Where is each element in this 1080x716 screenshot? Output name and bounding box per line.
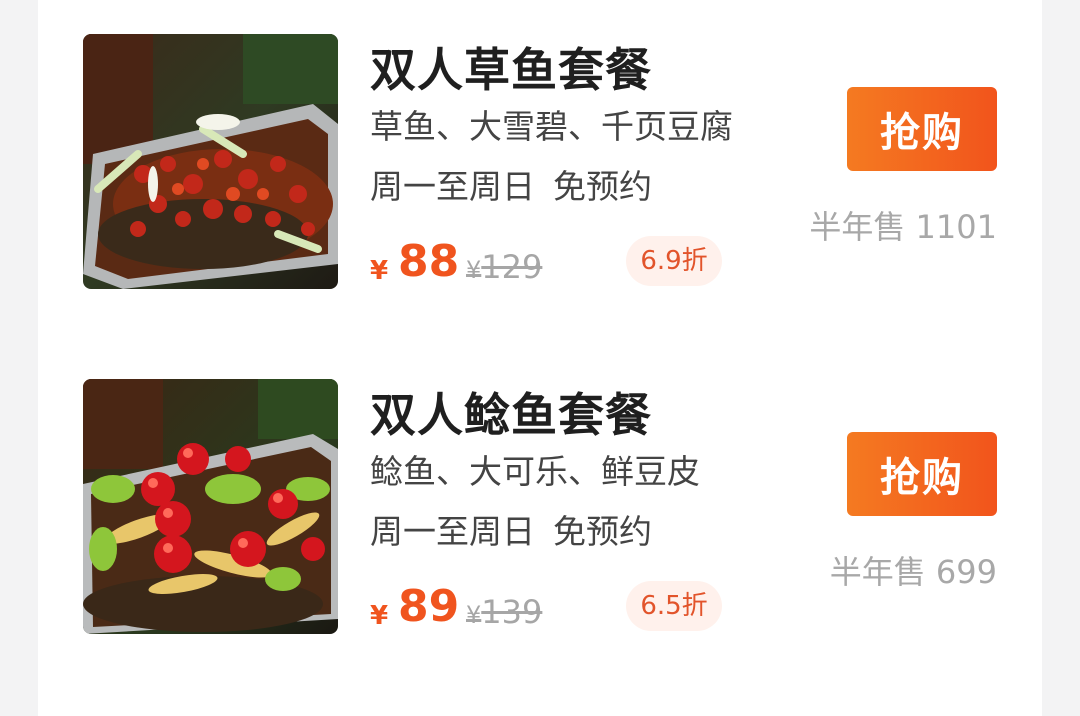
deal-schedule: 周一至周日 免预约: [370, 160, 652, 208]
deal-title: 双人鲶鱼套餐: [370, 388, 652, 442]
deal-days: 周一至周日: [370, 167, 535, 206]
buy-button[interactable]: 抢购: [847, 432, 997, 516]
deal-reservation: 免预约: [553, 167, 652, 206]
grilled-fish-peppers-photo[interactable]: [83, 379, 338, 634]
original-price: ¥129: [466, 248, 542, 286]
deal-item[interactable]: 双人鲶鱼套餐 鲶鱼、大可乐、鲜豆皮 周一至周日 免预约 ¥ 89 ¥139 6.5…: [38, 345, 1042, 635]
sold-count: 半年售 1101: [809, 208, 997, 246]
original-price: ¥139: [466, 593, 542, 631]
currency-symbol: ¥: [370, 601, 389, 631]
currency-symbol: ¥: [370, 256, 389, 286]
sold-count: 半年售 699: [829, 553, 997, 591]
deal-days: 周一至周日: [370, 512, 535, 551]
original-price-value: 129: [481, 248, 543, 286]
deal-schedule: 周一至周日 免预约: [370, 505, 652, 553]
discount-badge: 6.5折: [626, 581, 722, 631]
original-currency-symbol: ¥: [466, 601, 482, 629]
buy-button[interactable]: 抢购: [847, 87, 997, 171]
deal-price: 89: [398, 581, 460, 632]
deal-item[interactable]: 双人草鱼套餐 草鱼、大雪碧、千页豆腐 周一至周日 免预约 ¥ 88 ¥129 6.…: [38, 0, 1042, 290]
original-currency-symbol: ¥: [466, 256, 482, 284]
deal-price: 88: [398, 236, 460, 287]
deal-dishes: 鲶鱼、大可乐、鲜豆皮: [370, 452, 700, 491]
deal-reservation: 免预约: [553, 512, 652, 551]
discount-badge: 6.9折: [626, 236, 722, 286]
deal-dishes: 草鱼、大雪碧、千页豆腐: [370, 107, 733, 146]
deal-list: 双人草鱼套餐 草鱼、大雪碧、千页豆腐 周一至周日 免预约 ¥ 88 ¥129 6.…: [38, 0, 1042, 716]
original-price-value: 139: [481, 593, 543, 631]
grilled-fish-chili-photo[interactable]: [83, 34, 338, 289]
deal-title: 双人草鱼套餐: [370, 43, 652, 97]
